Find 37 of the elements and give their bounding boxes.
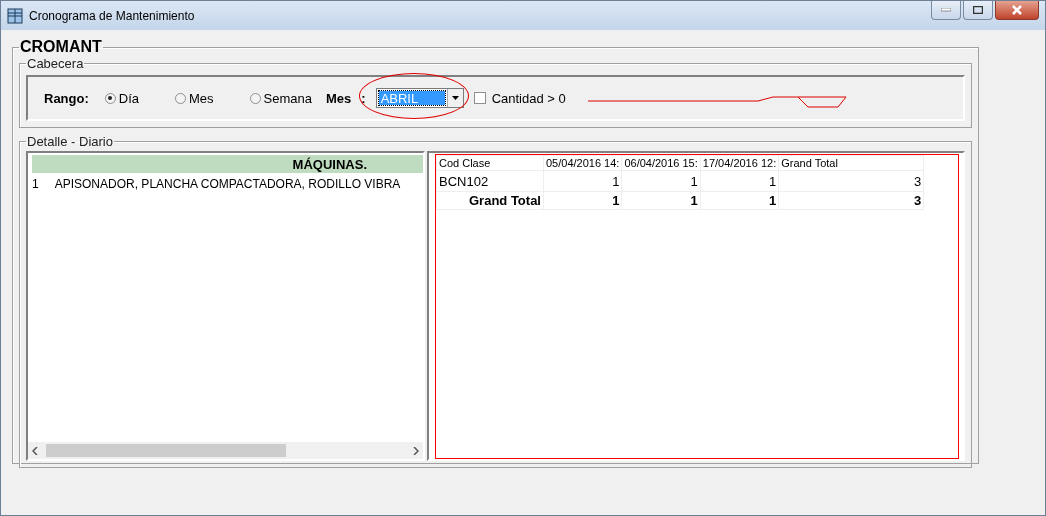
table-cell: 3 [778, 170, 924, 192]
column-header: Cod Clase [436, 155, 544, 171]
horizontal-scrollbar[interactable] [28, 442, 423, 459]
total-cell: 1 [543, 191, 622, 210]
minimize-icon [941, 8, 951, 12]
total-cell: 1 [700, 191, 779, 210]
table-cell: 1 [700, 170, 779, 192]
caret-icon [451, 96, 459, 100]
colon-text: : [361, 90, 366, 106]
table-cell: BCN102 [436, 170, 544, 192]
column-header: MÁQUINAS. [32, 155, 423, 173]
radio-option[interactable]: Semana [249, 90, 312, 106]
radio-option[interactable]: Día [104, 90, 139, 106]
month-label: Mes [326, 90, 352, 106]
column-header: 06/04/2016 15: [621, 155, 701, 171]
total-cell: Grand Total [436, 191, 544, 210]
column-header: Grand Total [778, 155, 924, 171]
radio-option[interactable]: Mes [175, 90, 214, 106]
table-cell: 1 [621, 170, 701, 192]
section-title: Cabecera [26, 56, 85, 71]
maximize-icon [973, 6, 983, 14]
range-label: Rango: [44, 90, 89, 106]
table-cell: 1 [543, 170, 622, 192]
section-title: Detalle - Diario [26, 134, 114, 149]
column-header: 17/04/2016 12: [700, 155, 779, 171]
column-header: 05/04/2016 14: [543, 155, 622, 171]
total-cell: 3 [778, 191, 924, 210]
total-cell: 1 [621, 191, 701, 210]
group-title: CROMANT [19, 38, 103, 56]
machine-name[interactable]: APISONADOR, PLANCHA COMPACTADORA, RODILLO VIBRA [54, 177, 401, 191]
maximize-button[interactable] [963, 1, 993, 20]
window-title: Cronograma de Mantenimiento [29, 8, 196, 23]
close-icon [1011, 5, 1023, 15]
quantity-checkbox[interactable]: Cantidad > 0 [473, 90, 566, 106]
close-button[interactable] [995, 1, 1039, 20]
row-number: 1 [32, 177, 39, 191]
app-icon [7, 7, 23, 24]
